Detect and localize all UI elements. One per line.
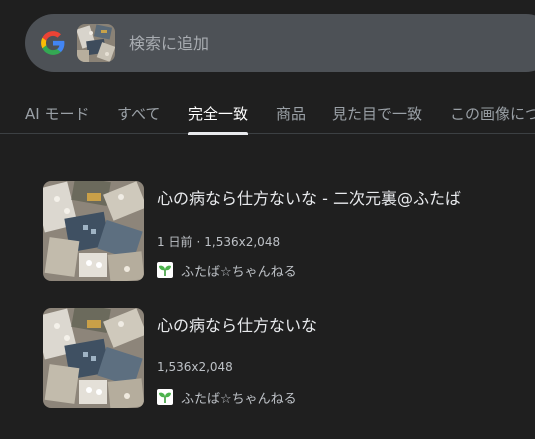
- search-tabs: AI モード すべて 完全一致 商品 見た目で一致 この画像につ: [0, 92, 535, 135]
- result-meta: 1 日前 · 1,536x2,048: [157, 233, 280, 250]
- result-source[interactable]: ふたば☆ちゃんねる: [157, 261, 297, 280]
- google-g-icon[interactable]: [40, 30, 66, 56]
- result-item[interactable]: 心の病なら仕方ないな 1,536x2,048 ふたば☆ちゃんねる: [43, 308, 523, 408]
- result-item[interactable]: 心の病なら仕方ないな - 二次元裏@ふたば 1 日前 · 1,536x2,048 ふ…: [43, 181, 523, 281]
- result-time: 1 日前: [157, 235, 193, 249]
- tab-ai-mode[interactable]: AI モード: [25, 103, 89, 134]
- tab-all[interactable]: すべて: [117, 103, 160, 134]
- result-dimensions: 1,536x2,048: [204, 235, 281, 249]
- result-thumbnail[interactable]: [43, 308, 144, 408]
- result-thumbnail[interactable]: [43, 181, 144, 281]
- search-bar[interactable]: [25, 14, 535, 72]
- result-meta: 1,536x2,048: [157, 360, 233, 374]
- search-input[interactable]: [129, 31, 429, 55]
- meta-separator: ·: [196, 235, 201, 249]
- result-title[interactable]: 心の病なら仕方ないな - 二次元裏@ふたば: [157, 185, 461, 209]
- tab-exact-match[interactable]: 完全一致: [188, 103, 249, 135]
- query-image-thumbnail[interactable]: [77, 24, 115, 62]
- result-dimensions: 1,536x2,048: [157, 360, 233, 374]
- result-source[interactable]: ふたば☆ちゃんねる: [157, 388, 297, 407]
- result-source-label: ふたば☆ちゃんねる: [181, 391, 297, 407]
- tab-products[interactable]: 商品: [276, 103, 306, 134]
- tab-visual-matches[interactable]: 見た目で一致: [332, 103, 422, 134]
- sprout-icon: [157, 262, 173, 278]
- tab-about-this-image[interactable]: この画像につ: [450, 103, 535, 134]
- sprout-icon: [157, 389, 173, 405]
- result-source-label: ふたば☆ちゃんねる: [181, 264, 297, 280]
- result-title[interactable]: 心の病なら仕方ないな: [157, 312, 317, 336]
